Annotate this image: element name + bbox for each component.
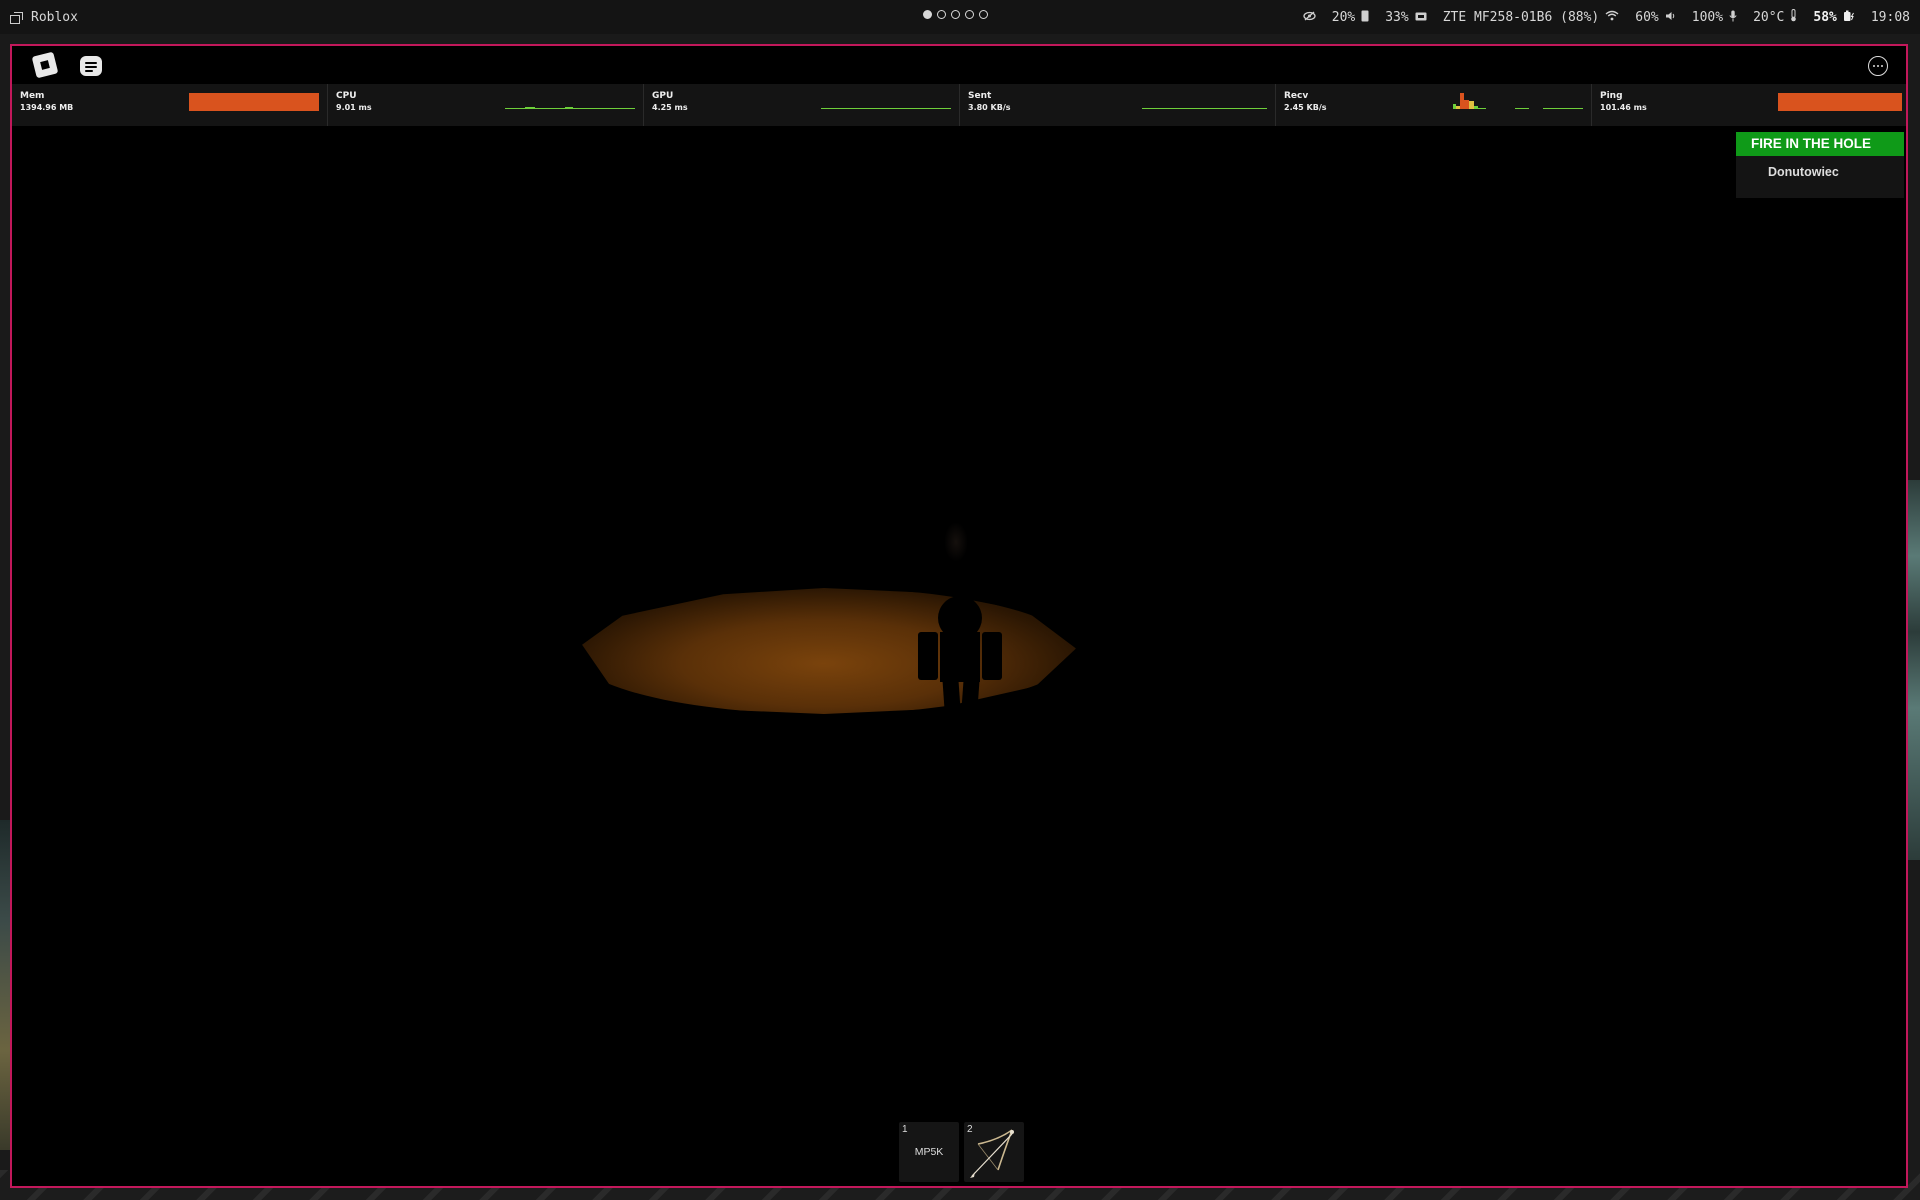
slot-number: 1 (902, 1124, 908, 1135)
microphone-icon (1729, 10, 1737, 25)
drive-icon (1361, 10, 1369, 25)
battery-value: 58% (1813, 9, 1837, 25)
hotbar-slot-1[interactable]: 1 MP5K (899, 1122, 959, 1182)
privacy-indicator[interactable] (1303, 10, 1316, 24)
workspace-2[interactable] (937, 10, 946, 19)
perf-stat-sent[interactable]: Sent 3.80 KB/s (960, 84, 1276, 126)
workspace-3[interactable] (951, 10, 960, 19)
character-arm-right (982, 632, 1002, 680)
workspace-4[interactable] (965, 10, 974, 19)
perf-stat-recv[interactable]: Recv 2.45 KB/s (1276, 84, 1592, 126)
system-top-bar: Roblox 20% 33% ZTE MF258-01B6 (88%) 60% … (0, 0, 1920, 34)
workspace-switcher (923, 10, 988, 19)
volume-value: 100% (1691, 9, 1724, 25)
active-window-title: Roblox (31, 9, 78, 25)
workspace-5[interactable] (979, 10, 988, 19)
performance-stats-bar: Mem 1394.96 MB CPU 9.01 ms GPU 4.25 ms S… (12, 84, 1906, 126)
wifi-icon (1605, 10, 1619, 24)
perf-stat-mem[interactable]: Mem 1394.96 MB (12, 84, 328, 126)
distant-object (944, 522, 968, 562)
leaderboard-player[interactable]: Donutowiec (1736, 156, 1904, 198)
status-tray: 20% 33% ZTE MF258-01B6 (88%) 60% 100% 20… (1303, 0, 1910, 34)
temperature-value: 20°C (1753, 9, 1785, 25)
battery-status[interactable]: 58% (1813, 10, 1854, 25)
memory-usage[interactable]: 33% (1385, 9, 1427, 25)
character-leg-left (942, 682, 962, 722)
volume-status[interactable]: 100% (1692, 10, 1737, 25)
network-name: ZTE MF258-01B6 (88%) (1442, 9, 1600, 25)
brightness-value: 60% (1635, 9, 1659, 25)
disk-usage[interactable]: 20% (1332, 10, 1369, 25)
perf-stat-cpu[interactable]: CPU 9.01 ms (328, 84, 644, 126)
more-options-icon[interactable] (1868, 56, 1888, 76)
leaderboard-title: FIRE IN THE HOLE (1736, 132, 1904, 156)
recv-graph (1453, 91, 1583, 109)
hotbar-slot-2[interactable]: 2 (964, 1122, 1024, 1182)
gpu-graph (821, 91, 951, 109)
network-status[interactable]: ZTE MF258-01B6 (88%) (1443, 10, 1620, 25)
chat-icon[interactable] (80, 56, 102, 76)
desktop-wallpaper-right (1908, 480, 1920, 860)
thermometer-icon (1790, 9, 1797, 25)
temperature-status[interactable]: 20°C (1753, 9, 1797, 25)
brightness-status[interactable]: 60% (1635, 10, 1675, 25)
clock[interactable]: 19:08 (1871, 10, 1910, 25)
ping-graph (1778, 93, 1902, 111)
mem-graph (189, 93, 319, 111)
memory-usage-value: 33% (1385, 9, 1409, 25)
roblox-window[interactable]: Mem 1394.96 MB CPU 9.01 ms GPU 4.25 ms S… (10, 44, 1908, 1188)
memory-icon (1415, 10, 1427, 24)
disk-usage-value: 20% (1331, 9, 1356, 25)
hotbar: 1 MP5K 2 (899, 1122, 1024, 1182)
workspace-1[interactable] (923, 10, 932, 19)
clock-time: 19:08 (1870, 9, 1910, 25)
window-icon (10, 11, 23, 24)
bow-icon (970, 1129, 1014, 1178)
eye-slash-icon (1303, 10, 1316, 24)
battery-charging-icon (1843, 10, 1855, 25)
character-leg-right (960, 682, 980, 722)
perf-stat-gpu[interactable]: GPU 4.25 ms (644, 84, 960, 126)
cpu-graph (505, 91, 635, 109)
character-arm-left (918, 632, 938, 680)
roblox-menu-icon[interactable] (31, 51, 59, 79)
perf-stat-ping[interactable]: Ping 101.46 ms (1592, 84, 1906, 126)
character-head (938, 596, 982, 640)
sent-graph (1137, 91, 1267, 109)
active-window-indicator[interactable]: Roblox (10, 0, 78, 34)
roblox-topbar (12, 46, 1906, 84)
slot-item-name: MP5K (914, 1146, 944, 1158)
speaker-icon (1665, 10, 1676, 24)
leaderboard[interactable]: FIRE IN THE HOLE Donutowiec (1736, 132, 1904, 198)
